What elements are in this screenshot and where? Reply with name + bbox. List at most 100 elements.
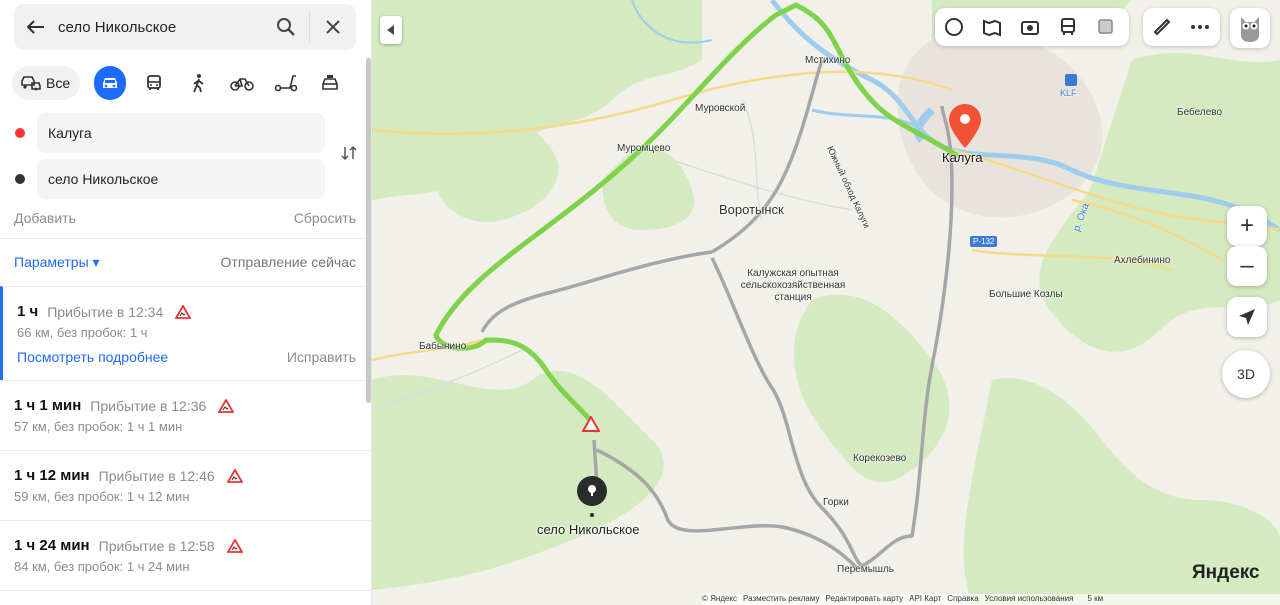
map-canvas[interactable]: Мстихино Муровской Муромцево Воротынск К… (372, 0, 1280, 605)
airport-label: KLF (1060, 88, 1077, 98)
route-summary: 1 ч Прибытие в 12:34 (17, 303, 192, 320)
end-dot-icon (15, 174, 25, 184)
layers-square-icon (1098, 19, 1113, 34)
waypoint-from: Калуга (0, 113, 371, 153)
place-label: Бебелево (1177, 107, 1223, 118)
ruler-button[interactable] (1143, 8, 1181, 46)
mode-all[interactable]: Все (12, 66, 81, 100)
navigation-arrow-icon (1239, 309, 1255, 325)
mode-bike[interactable] (226, 66, 258, 100)
copyright-text: © Яндекс (702, 594, 738, 603)
swap-button[interactable] (338, 142, 360, 164)
terms-link[interactable]: Условия использования (985, 594, 1074, 605)
params-row: Параметры ▾ Отправление сейчас (14, 254, 356, 271)
locate-button[interactable] (1227, 297, 1267, 337)
transport-modes: Все (12, 66, 358, 100)
walk-icon (193, 74, 204, 93)
mode-taxi[interactable] (314, 66, 346, 100)
place-label: Мстихино (805, 55, 851, 66)
from-field[interactable]: Калуга (37, 113, 325, 153)
mode-transit[interactable] (138, 66, 170, 100)
traffic-layer-button[interactable] (1087, 8, 1125, 46)
map-pin-icon (949, 104, 981, 148)
route-arrival: Прибытие в 12:34 (47, 303, 164, 320)
edit-map-link[interactable]: Редактировать карту (825, 594, 903, 605)
city-area (897, 32, 1103, 218)
place-label: Воротынск (719, 202, 784, 217)
route-option[interactable]: 1 ч Прибытие в 12:34 66 км, без пробок: … (0, 286, 371, 380)
start-pin[interactable] (948, 104, 982, 153)
3d-toggle-button[interactable]: 3D (1222, 350, 1270, 398)
help-link[interactable]: Справка (947, 594, 978, 605)
car-bus-icon (21, 76, 41, 91)
photos-button[interactable] (1011, 8, 1049, 46)
place-label: Перемышль (837, 564, 895, 575)
sidebar-scrollbar[interactable] (366, 58, 371, 403)
panorama-icon (983, 19, 1001, 37)
waypoint-actions: Добавить Сбросить (14, 210, 356, 226)
route-info: 59 км, без пробок: 1 ч 12 мин (14, 489, 190, 504)
route-arrival: Прибытие в 12:36 (90, 397, 207, 414)
route-details-link[interactable]: Посмотреть подробнее (17, 349, 168, 365)
bicycle-icon (230, 78, 254, 91)
place-label: Муромцево (617, 143, 671, 154)
route-summary: 1 ч 12 мин Прибытие в 12:46 (14, 467, 243, 484)
back-button[interactable] (14, 4, 58, 50)
car-icon (103, 78, 118, 88)
route-duration: 1 ч 1 мин (14, 397, 82, 414)
api-link[interactable]: API Карт (909, 594, 941, 605)
mode-all-label: Все (46, 75, 71, 91)
collapse-panel-button[interactable] (380, 16, 402, 44)
search-query[interactable]: село Никольское (58, 19, 263, 36)
transit-layer-button[interactable] (1049, 8, 1087, 46)
route-duration: 1 ч (17, 303, 39, 320)
mode-car[interactable] (94, 66, 127, 100)
layers-circle-icon (945, 18, 963, 36)
owl-avatar-icon (1241, 17, 1259, 42)
camera-icon (1021, 21, 1039, 35)
scooter-icon (274, 75, 298, 92)
taxi-icon (322, 75, 338, 90)
zoom-out-button[interactable]: – (1227, 246, 1267, 286)
start-dot-icon (15, 128, 25, 138)
route-arrival: Прибытие в 12:58 (98, 537, 215, 554)
divider (0, 590, 371, 591)
divider (0, 238, 371, 239)
to-field[interactable]: село Никольское (37, 159, 325, 199)
place-label: Ахлебинино (1114, 255, 1171, 266)
search-icon (277, 18, 295, 36)
departure-select[interactable]: Отправление сейчас (221, 254, 356, 271)
map-pin-icon (577, 476, 607, 517)
route-option[interactable]: 1 ч 12 мин Прибытие в 12:46 59 км, без п… (0, 450, 371, 520)
road-warning-icon (226, 538, 243, 553)
search-box[interactable]: село Никольское (14, 4, 356, 50)
advertise-link[interactable]: Разместить рекламу (743, 594, 819, 605)
place-label: Бабынино (419, 341, 467, 352)
params-dropdown[interactable]: Параметры ▾ (14, 254, 100, 271)
chevron-left-icon (387, 25, 394, 35)
mode-scooter[interactable] (270, 66, 302, 100)
destination-pin[interactable] (576, 475, 608, 526)
route-panel: село Никольское Все Калуга село Никольск… (0, 0, 372, 605)
reset-link[interactable]: Сбросить (294, 210, 356, 226)
route-fix-link[interactable]: Исправить (287, 349, 356, 365)
route-option[interactable]: 1 ч 1 мин Прибытие в 12:36 57 км, без пр… (0, 380, 371, 450)
panorama-button[interactable] (973, 8, 1011, 46)
road-warning-icon (226, 468, 243, 483)
route-info: 84 км, без пробок: 1 ч 24 мин (14, 559, 190, 574)
more-button[interactable] (1181, 8, 1219, 46)
route-summary: 1 ч 1 мин Прибытие в 12:36 (14, 397, 235, 414)
search-button[interactable] (263, 4, 309, 50)
route-info: 57 км, без пробок: 1 ч 1 мин (14, 419, 183, 434)
road-warning-icon (581, 414, 601, 437)
add-point-link[interactable]: Добавить (14, 210, 76, 226)
map-layers-toolbar (935, 8, 1129, 46)
map-layer-button[interactable] (935, 8, 973, 46)
clear-button[interactable] (310, 4, 356, 50)
profile-button[interactable] (1230, 8, 1270, 48)
zoom-in-button[interactable]: + (1227, 206, 1267, 246)
mode-walk[interactable] (182, 66, 214, 100)
route-summary: 1 ч 24 мин Прибытие в 12:58 (14, 537, 243, 554)
route-option[interactable]: 1 ч 24 мин Прибытие в 12:58 84 км, без п… (0, 520, 371, 590)
bus-icon (1061, 18, 1075, 35)
